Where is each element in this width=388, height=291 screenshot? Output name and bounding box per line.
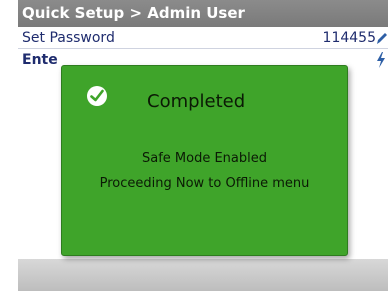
lightning-bolt-icon — [377, 52, 385, 68]
dialog-message-line2: Proceeding Now to Offline menu — [99, 176, 310, 191]
dialog-message-line1: Safe Mode Enabled — [141, 151, 267, 166]
completed-dialog: Completed Safe Mode Enabled Proceeding N… — [61, 65, 348, 256]
set-password-row[interactable]: Set Password 114455 — [18, 27, 388, 49]
pencil-edit-icon[interactable] — [376, 31, 388, 45]
enter-label: Ente — [22, 52, 58, 68]
set-password-value: 114455 — [322, 30, 376, 46]
set-password-label: Set Password — [22, 30, 115, 46]
footer-bar — [18, 259, 388, 291]
breadcrumb: Quick Setup > Admin User — [18, 0, 388, 27]
dialog-title: Completed — [147, 91, 246, 112]
checkmark-icon — [87, 86, 107, 106]
